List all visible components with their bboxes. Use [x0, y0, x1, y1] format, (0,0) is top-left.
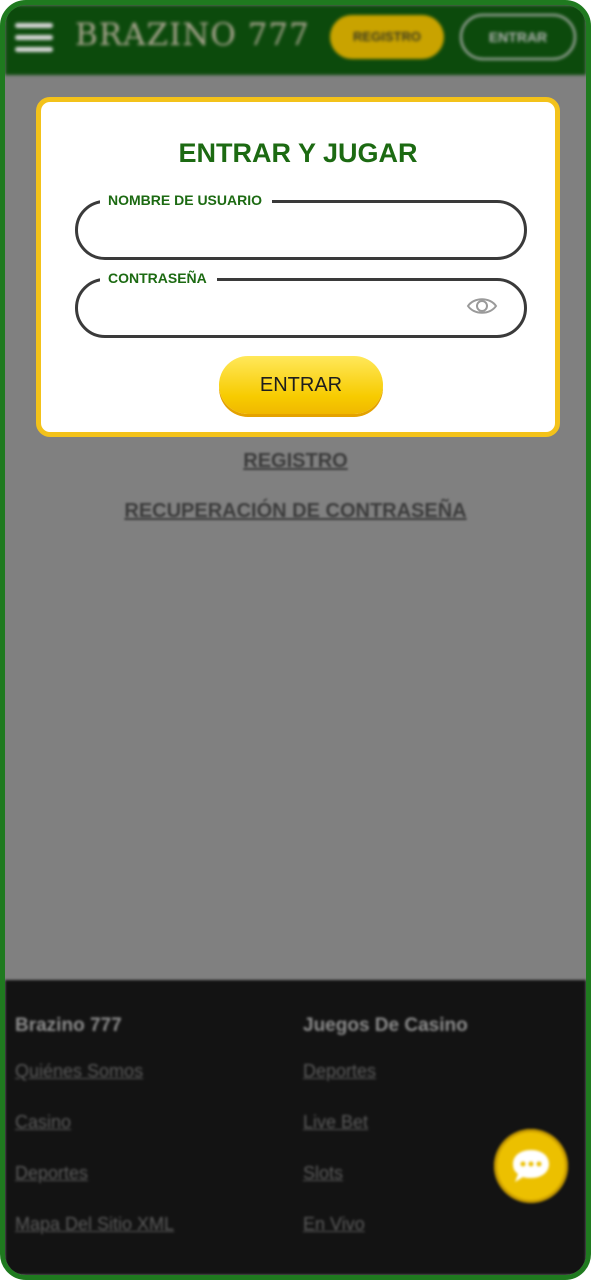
login-modal: ENTRAR Y JUGAR NOMBRE DE USUARIO CONTRAS… [36, 97, 560, 437]
footer-link[interactable]: En Vivo [303, 1214, 468, 1235]
footer-heading: Juegos De Casino [303, 1015, 468, 1036]
footer-link[interactable]: Casino [15, 1112, 174, 1133]
password-field[interactable]: CONTRASEÑA [75, 268, 527, 338]
username-input[interactable] [104, 213, 468, 247]
footer-link[interactable]: Live Bet [303, 1112, 468, 1133]
footer-heading: Brazino 777 [15, 1015, 122, 1036]
footer-column-casino: Juegos De Casino Deportes Live Bet Slots… [303, 1015, 468, 1265]
password-input[interactable] [104, 291, 468, 325]
chat-bubble-icon [513, 1150, 549, 1182]
password-label: CONTRASEÑA [100, 268, 217, 288]
footer-link[interactable]: Deportes [303, 1061, 468, 1082]
entrar-submit-button[interactable]: ENTRAR [219, 356, 383, 414]
auth-links: REGISTRO RECUPERACIÓN DE CONTRASEÑA [5, 450, 586, 550]
hamburger-menu-icon[interactable] [15, 23, 53, 55]
eye-icon[interactable] [466, 295, 498, 317]
footer-link[interactable]: Mapa Del Sitio XML [15, 1214, 174, 1235]
password-recovery-link[interactable]: RECUPERACIÓN DE CONTRASEÑA [5, 500, 586, 523]
footer-link[interactable]: Slots [303, 1163, 468, 1184]
top-header: BRAZINO 777 REGISTRO ENTRAR [5, 5, 586, 75]
footer-column-brazino: Brazino 777 Quiénes Somos Casino Deporte… [15, 1015, 174, 1265]
footer-link[interactable]: Deportes [15, 1163, 174, 1184]
chat-button[interactable] [494, 1129, 568, 1203]
username-field[interactable]: NOMBRE DE USUARIO [75, 190, 527, 260]
header-entrar-button[interactable]: ENTRAR [460, 14, 576, 60]
footer-link[interactable]: Quiénes Somos [15, 1061, 174, 1082]
registro-link[interactable]: REGISTRO [5, 450, 586, 473]
modal-title: ENTRAR Y JUGAR [178, 138, 418, 168]
phone-frame: BRAZINO 777 REGISTRO ENTRAR REGISTRO REC… [0, 0, 591, 1280]
header-registro-button[interactable]: REGISTRO [330, 15, 444, 59]
username-label: NOMBRE DE USUARIO [100, 190, 273, 210]
site-footer: Brazino 777 Quiénes Somos Casino Deporte… [5, 980, 586, 1275]
brand-logo[interactable]: BRAZINO 777 [75, 17, 310, 53]
